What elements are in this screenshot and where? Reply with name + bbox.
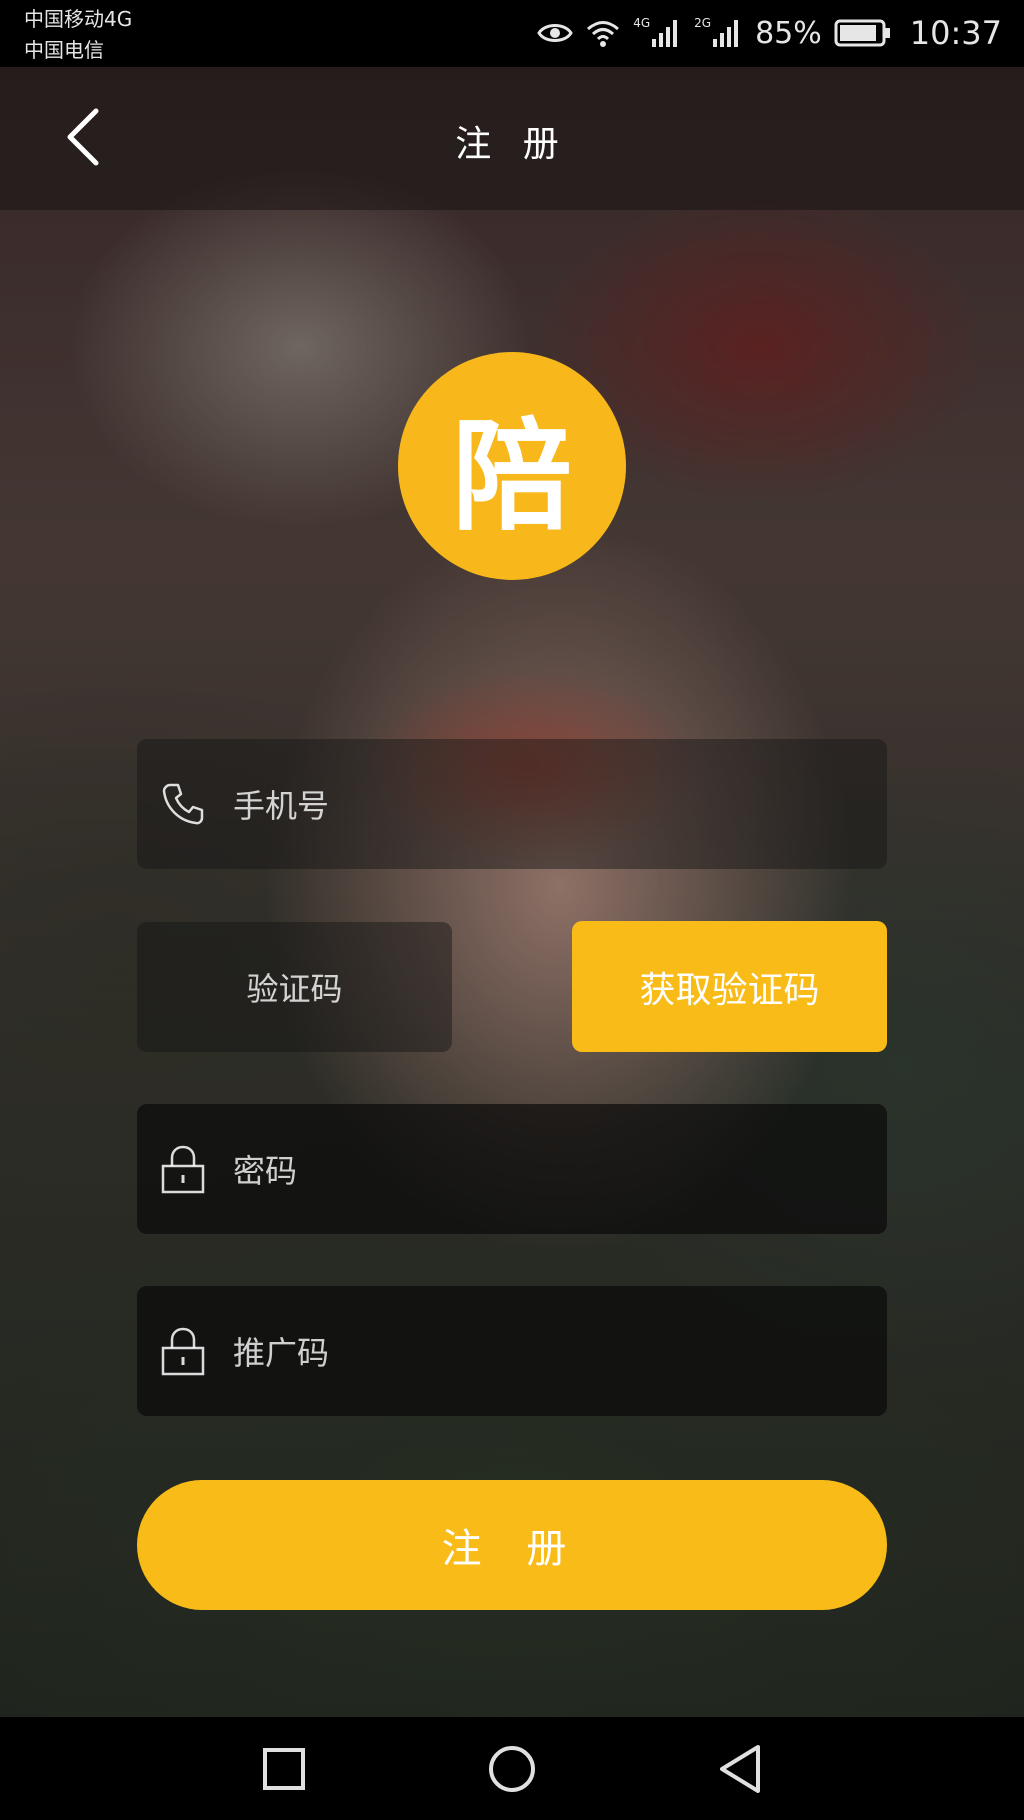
battery-icon xyxy=(834,19,892,47)
promo-code-field[interactable]: 推广码 xyxy=(137,1286,887,1416)
recent-apps-button[interactable] xyxy=(252,1737,316,1801)
phone-field[interactable]: 手机号 xyxy=(137,739,887,869)
triangle-back-icon xyxy=(720,1745,760,1793)
network-type-2: 2G xyxy=(694,16,712,30)
navigation-bar xyxy=(0,1717,1024,1820)
password-placeholder: 密码 xyxy=(233,1152,298,1190)
square-icon xyxy=(263,1748,305,1790)
signal-icon-2g: 2G xyxy=(694,17,743,49)
status-icons: 4G 2G 85% 10:37 xyxy=(537,10,1002,56)
background-overlay xyxy=(0,67,1024,1717)
carrier-1: 中国移动4G xyxy=(24,7,133,31)
lock-icon xyxy=(159,1145,207,1194)
home-button[interactable] xyxy=(480,1737,544,1801)
phone-placeholder: 手机号 xyxy=(233,787,330,825)
verification-code-field[interactable]: 验证码 xyxy=(137,922,452,1052)
circle-icon xyxy=(489,1746,535,1792)
get-code-button[interactable]: 获取验证码 xyxy=(572,921,887,1052)
status-bar: 中国移动4G 中国电信 4G 2G 85% 10:37 xyxy=(0,0,1024,67)
clock: 10:37 xyxy=(909,14,1002,52)
app-logo: 陪 xyxy=(398,352,626,580)
signal-icon-4g: 4G xyxy=(633,17,682,49)
phone-icon xyxy=(159,780,207,828)
battery-percent: 85% xyxy=(755,15,822,51)
nav-back-button[interactable] xyxy=(708,1737,772,1801)
promo-placeholder: 推广码 xyxy=(233,1334,330,1372)
wifi-icon xyxy=(585,18,621,48)
code-placeholder: 验证码 xyxy=(246,970,343,1008)
network-type-1: 4G xyxy=(633,16,651,30)
eye-icon xyxy=(537,19,573,47)
logo-char: 陪 xyxy=(452,408,572,547)
page-title: 注 册 xyxy=(455,124,569,165)
title-bar: 注 册 xyxy=(0,67,1024,210)
lock-icon xyxy=(159,1327,207,1376)
password-field[interactable]: 密码 xyxy=(137,1104,887,1234)
register-button[interactable]: 注 册 xyxy=(137,1480,887,1610)
background-image xyxy=(0,67,1024,1717)
carrier-2: 中国电信 xyxy=(24,38,104,62)
